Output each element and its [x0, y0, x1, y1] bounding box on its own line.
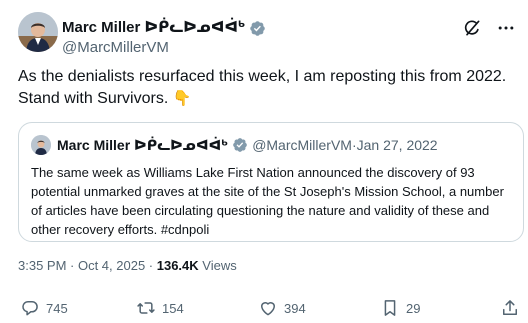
like-button[interactable]: 394 [258, 298, 306, 318]
share-icon [503, 300, 517, 315]
quoted-date: Jan 27, 2022 [356, 137, 438, 153]
post-text-line-2: Stand with Survivors. [18, 90, 169, 107]
quoted-post-header: Marc Miller ᐅᑮᓚᐅᓄᐊᐋᒃ @MarcMillerVM · Jan… [31, 135, 438, 155]
grok-icon[interactable] [462, 18, 482, 38]
quoted-author-name: Marc Miller ᐅᑮᓚᐅᓄᐊᐋᒃ [57, 137, 229, 153]
author-avatar[interactable] [18, 12, 58, 52]
action-bar: 745 154 394 29 [18, 298, 524, 322]
like-icon [261, 302, 275, 316]
bookmark-button[interactable]: 29 [380, 298, 420, 318]
views-count: 136.4K [156, 258, 199, 273]
verified-icon [233, 138, 248, 152]
like-count: 394 [284, 300, 306, 316]
post-meta: 3:35 PM · Oct 4, 2025 · 136.4K Views [18, 258, 237, 273]
author-handle[interactable]: @MarcMillerVM [62, 38, 266, 57]
views-label: Views [198, 258, 237, 273]
reply-icon [22, 301, 38, 316]
repost-button[interactable]: 154 [136, 298, 184, 318]
bookmark-count: 29 [406, 300, 421, 316]
post-header: Marc Miller ᐅᑮᓚᐅᓄᐊᐋᒃ @MarcMillerVM [18, 12, 518, 58]
verified-icon [250, 20, 266, 36]
author-block: Marc Miller ᐅᑮᓚᐅᓄᐊᐋᒃ @MarcMillerVM [62, 19, 266, 57]
bookmark-icon [384, 300, 396, 316]
quoted-author-handle: @MarcMillerVM [252, 137, 352, 153]
author-name[interactable]: Marc Miller ᐅᑮᓚᐅᓄᐊᐋᒃ [62, 19, 245, 37]
repost-count: 154 [162, 300, 184, 316]
more-icon[interactable] [496, 18, 516, 38]
quoted-author-avatar [31, 135, 51, 155]
share-button[interactable] [500, 298, 520, 318]
pointing-down-emoji: 👇 [172, 90, 192, 107]
post-timestamp[interactable]: 3:35 PM · Oct 4, 2025 · [18, 258, 157, 273]
top-actions [462, 18, 516, 38]
avatar-image [18, 12, 58, 52]
reply-count: 745 [46, 300, 68, 316]
post-text: As the denialists resurfaced this week, … [18, 66, 518, 110]
quoted-post[interactable]: Marc Miller ᐅᑮᓚᐅᓄᐊᐋᒃ @MarcMillerVM · Jan… [18, 122, 524, 242]
reply-button[interactable]: 745 [20, 298, 68, 318]
quoted-post-text: The same week as Williams Lake First Nat… [31, 165, 504, 237]
post-text-line-1: As the denialists resurfaced this week, … [18, 68, 507, 85]
repost-icon [137, 302, 155, 314]
